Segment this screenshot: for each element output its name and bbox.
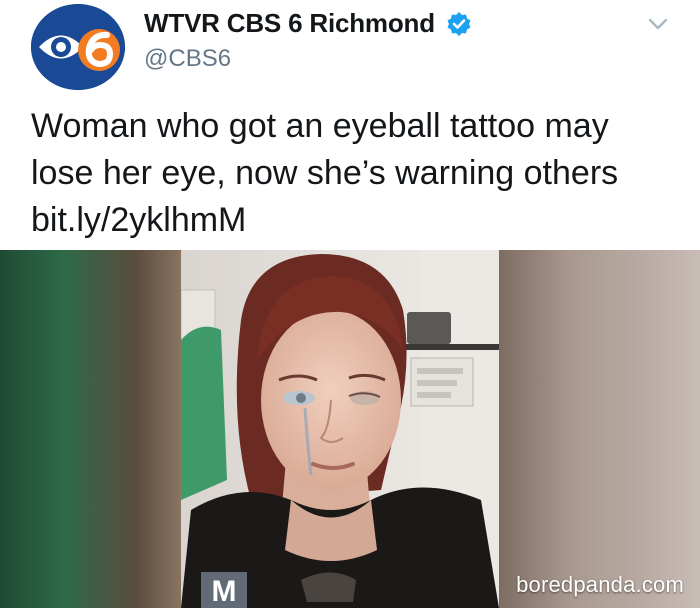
display-name[interactable]: WTVR CBS 6 Richmond [144,8,435,39]
chevron-down-icon[interactable] [646,14,670,34]
tweet-header: WTVR CBS 6 Richmond @CBS6 Woman who got … [0,0,700,250]
photo-blur-left [0,250,181,608]
photo-blur-right [499,250,700,608]
verified-badge-icon [447,12,471,36]
woman-photo-image: M [181,250,499,608]
cbs6-avatar[interactable] [31,4,125,90]
tweet-text: Woman who got an eyeball tattoo may lose… [31,103,681,244]
handle[interactable]: @CBS6 [144,45,231,73]
tweet-link[interactable]: bit.ly/2yklhmM [31,197,681,244]
tweet-text-line-1: Woman who got an eyeball tattoo may [31,107,609,145]
media-badge-letter: M [212,575,237,608]
cbs-6-logo-icon [31,4,125,90]
tweet-text-line-2: lose her eye, now she’s warning others [31,154,619,192]
boredpanda-watermark: boredpanda.com [516,572,684,597]
tweet-photo[interactable]: M boredpanda.com [0,250,700,608]
